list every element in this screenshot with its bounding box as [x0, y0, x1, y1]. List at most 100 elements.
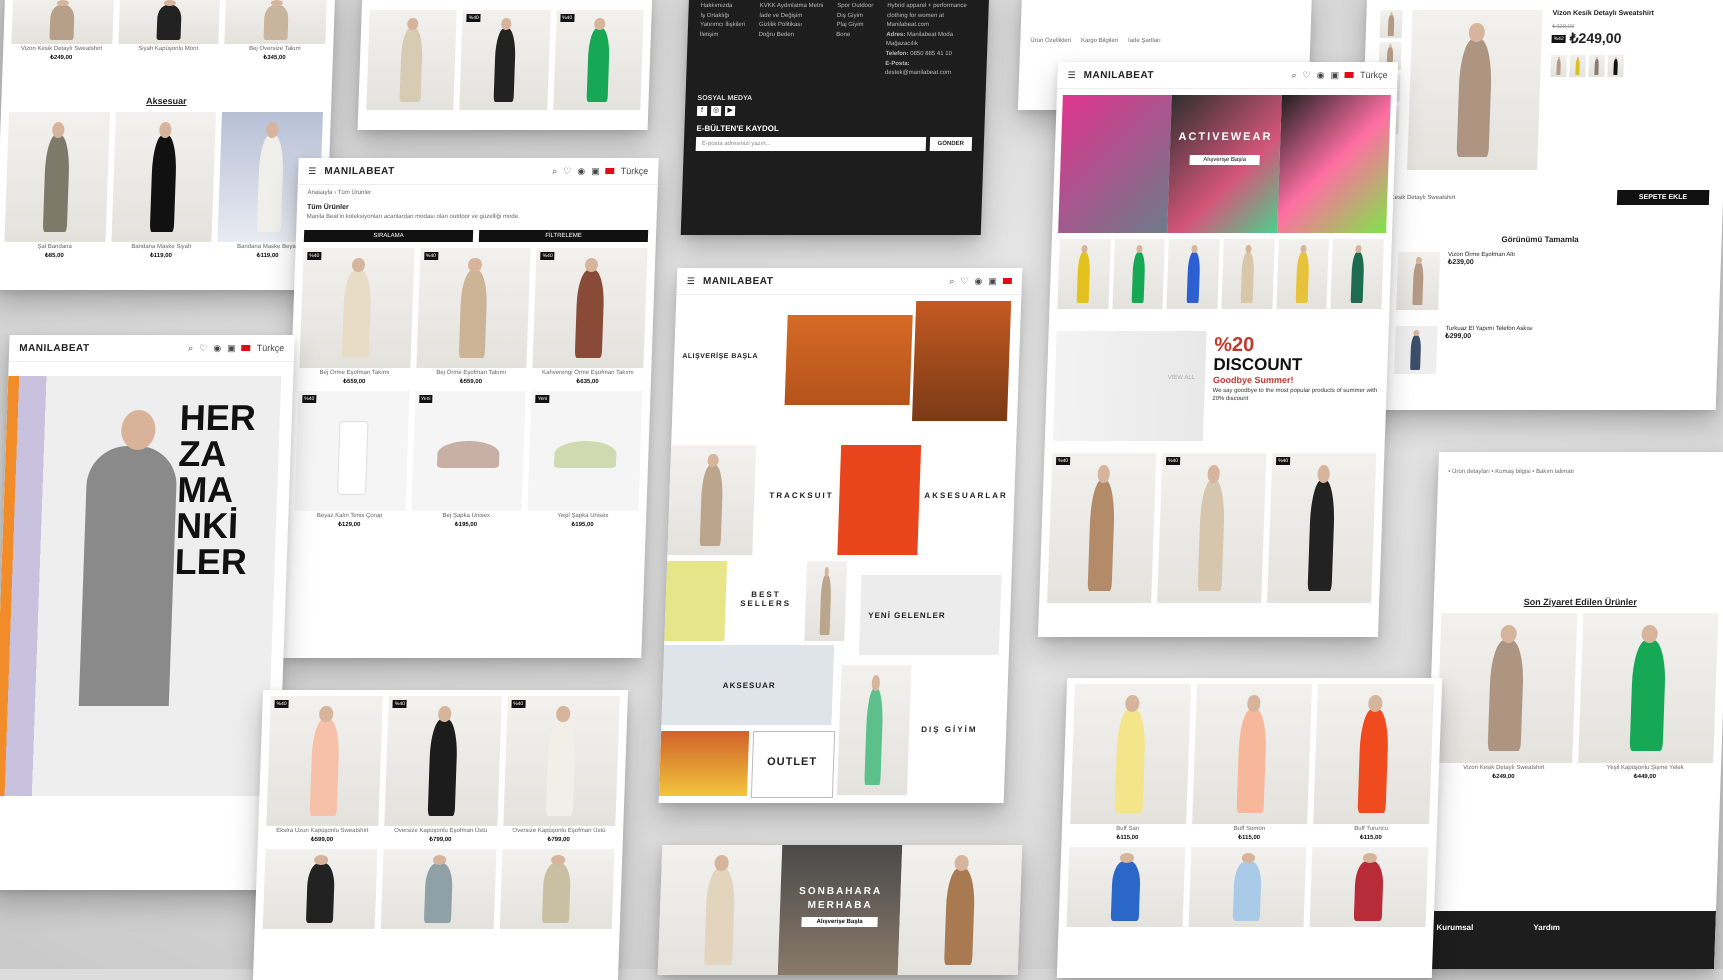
thumbnail[interactable] — [1379, 10, 1403, 38]
product-thumb[interactable] — [381, 849, 497, 929]
footer-link[interactable]: İletişim — [700, 31, 745, 41]
footer-link[interactable]: Gizlilik Politikası — [759, 21, 823, 31]
tab[interactable]: Kargo Bilgileri — [1081, 38, 1118, 44]
product-card[interactable]: Buff Sarı ₺115,00 — [1070, 684, 1191, 841]
language-select[interactable]: Türkçe — [257, 343, 285, 353]
product-thumb[interactable] — [1309, 847, 1429, 927]
site-logo[interactable]: MANILABEAT — [324, 166, 395, 177]
autumn-cta-button[interactable]: Alışverişe Başla — [801, 917, 879, 927]
site-logo[interactable]: MANILABEAT — [703, 276, 774, 287]
youtube-icon[interactable]: ▶ — [724, 105, 736, 116]
product-main-image[interactable] — [1407, 10, 1543, 170]
tab[interactable]: İade Şartları — [1128, 38, 1161, 44]
footer-link[interactable]: Bone — [836, 31, 872, 41]
product-card[interactable]: %40 — [552, 10, 644, 110]
category-dis-giyim[interactable]: DIŞ GİYİM — [921, 725, 978, 734]
product-thumb[interactable] — [262, 849, 378, 929]
heart-icon[interactable]: ♡ — [1302, 70, 1310, 81]
view-all-link[interactable]: VIEW ALL — [1168, 375, 1196, 381]
footer-link[interactable]: Doğru Beden — [758, 31, 822, 41]
product-card[interactable]: %40 Beyaz Kalın Tenis Çorap ₺129,00 — [294, 391, 410, 528]
heart-icon[interactable]: ♡ — [960, 276, 968, 287]
search-icon[interactable]: ⌕ — [188, 343, 193, 354]
footer-link[interactable]: Spor Outdoor — [837, 2, 873, 12]
site-logo[interactable]: MANILABEAT — [19, 343, 90, 354]
product-card[interactable]: Vizon Kesik Detaylı Sweatshirt ₺249,00 — [11, 0, 114, 61]
product-card[interactable]: Vizon Kesik Detaylı Sweatshirt ₺249,00 — [1436, 613, 1577, 780]
search-icon[interactable]: ⌕ — [1291, 70, 1296, 81]
product-card[interactable]: Yeni Yeşil Şapka Unisex ₺195,00 — [527, 391, 643, 528]
product-card[interactable]: %40 — [1267, 453, 1377, 603]
site-logo[interactable]: MANILABEAT — [1083, 70, 1154, 81]
user-icon[interactable]: ◉ — [1317, 70, 1325, 81]
activewear-banner[interactable]: ACTIVEWEAR Alışverişe Başla — [1058, 95, 1391, 233]
product-card[interactable]: %40 Bej Örme Eşofman Takımı ₺559,00 — [299, 248, 415, 385]
product-thumb[interactable] — [1221, 239, 1275, 309]
product-card[interactable]: %40 Oversize Kapüşonlu Eşofman Üstü ₺799,0… — [384, 696, 502, 843]
category-best-sellers[interactable]: BEST SELLERS — [735, 590, 796, 608]
search-icon[interactable]: ⌕ — [949, 276, 954, 287]
cart-icon[interactable]: ▣ — [227, 343, 236, 354]
heart-icon[interactable]: ♡ — [199, 343, 207, 354]
footer-link[interactable]: İade ve Değişim — [759, 12, 823, 22]
hero-banner[interactable]: HER ZA MA NKİ LER — [0, 376, 282, 796]
sort-button[interactable]: SIRALAMA — [303, 230, 474, 242]
color-swatch[interactable] — [1588, 55, 1606, 77]
facebook-icon[interactable]: f — [696, 105, 708, 116]
product-card[interactable]: Bej Oversize Takım ₺345,00 — [224, 0, 328, 61]
product-card[interactable]: %40 — [1157, 453, 1267, 603]
product-card[interactable]: Yeşil Kapüşonlu Şişme Yelek ₺449,00 — [1577, 613, 1719, 780]
language-select[interactable]: Türkçe — [1360, 70, 1388, 80]
product-thumb[interactable] — [1112, 239, 1166, 309]
heart-icon[interactable]: ♡ — [563, 166, 571, 177]
menu-icon[interactable]: ☰ — [687, 276, 695, 287]
color-swatch[interactable] — [1569, 55, 1587, 77]
product-card[interactable]: %40 Oversize Kapüşonlu Eşofman Üstü ₺799,0… — [502, 696, 620, 843]
menu-icon[interactable]: ☰ — [308, 166, 316, 177]
product-thumb[interactable] — [1066, 847, 1185, 927]
category-aksesuarlar[interactable]: AKSESUARLAR — [924, 491, 1008, 500]
product-card[interactable]: Şal Bandana ₺85,00 — [4, 112, 110, 259]
product-thumb[interactable] — [1057, 239, 1111, 309]
look-item[interactable]: Vizon Örme Eşofman Altı ₺239,00 — [1356, 244, 1722, 318]
footer-link[interactable]: Yatırımcı İlişkileri — [700, 21, 745, 31]
user-icon[interactable]: ◉ — [974, 276, 982, 287]
product-card[interactable]: Siyah Kapüşonlu Mont — [117, 0, 221, 61]
product-card[interactable]: %40 Bej Örme Eşofman Takımı ₺559,00 — [415, 248, 531, 385]
color-swatch[interactable] — [1550, 55, 1568, 77]
product-thumb[interactable] — [1330, 239, 1384, 309]
cart-icon[interactable]: ▣ — [591, 166, 600, 177]
product-card[interactable] — [366, 10, 458, 110]
hero-cta-tile[interactable]: ALIŞVERİŞE BAŞLA — [672, 309, 786, 409]
newsletter-email-input[interactable]: E-posta adresinizi yazın... — [695, 136, 926, 151]
product-card[interactable]: Buff Turuncu ₺115,00 — [1313, 684, 1435, 841]
menu-icon[interactable]: ☰ — [1067, 70, 1075, 81]
footer-link[interactable]: Dış Giyim — [837, 12, 873, 22]
footer-link[interactable]: Plaj Giyim — [836, 21, 872, 31]
product-card[interactable]: %40 Ekstra Uzun Kapüşonlu Sweatshirt ₺599,… — [266, 696, 384, 843]
language-select[interactable]: Türkçe — [621, 166, 649, 176]
autumn-banner[interactable]: SONBAHARA MERHABA Alışverişe Başla — [657, 845, 1023, 975]
instagram-icon[interactable]: ◎ — [710, 105, 722, 116]
aksesuar-tile[interactable]: AKSESUAR — [661, 645, 835, 725]
product-card[interactable]: %40 Kahverengi Örme Eşofman Takımı ₺635,00 — [532, 248, 648, 385]
cart-icon[interactable]: ▣ — [1330, 70, 1339, 81]
product-card[interactable]: Yeni Bej Şapka Unisex ₺195,00 — [410, 391, 526, 528]
footer-link[interactable]: KVKK Aydınlatma Metni — [759, 2, 824, 12]
product-card[interactable]: Buff Somon ₺115,00 — [1191, 684, 1313, 841]
category-tracksuit[interactable]: TRACKSUIT — [769, 491, 834, 500]
new-arrivals-tile[interactable]: YENİ GELENLER — [858, 575, 1002, 655]
product-thumb[interactable] — [499, 849, 615, 929]
user-icon[interactable]: ◉ — [213, 343, 221, 354]
outlet-tile[interactable]: OUTLET — [750, 731, 836, 798]
product-thumb[interactable] — [1276, 239, 1330, 309]
color-swatch[interactable] — [1607, 55, 1625, 77]
user-icon[interactable]: ◉ — [577, 166, 585, 177]
search-icon[interactable]: ⌕ — [552, 166, 557, 177]
discount-banner[interactable]: VIEW ALL %20 DISCOUNT Goodbye Summer! We… — [1052, 331, 1381, 441]
tab[interactable]: Ürün Özellikleri — [1030, 38, 1071, 44]
footer-link[interactable]: Hakkımızda — [701, 2, 746, 12]
product-thumb[interactable] — [1188, 847, 1307, 927]
product-thumb[interactable] — [1166, 239, 1220, 309]
newsletter-send-button[interactable]: GÖNDER — [929, 136, 973, 151]
